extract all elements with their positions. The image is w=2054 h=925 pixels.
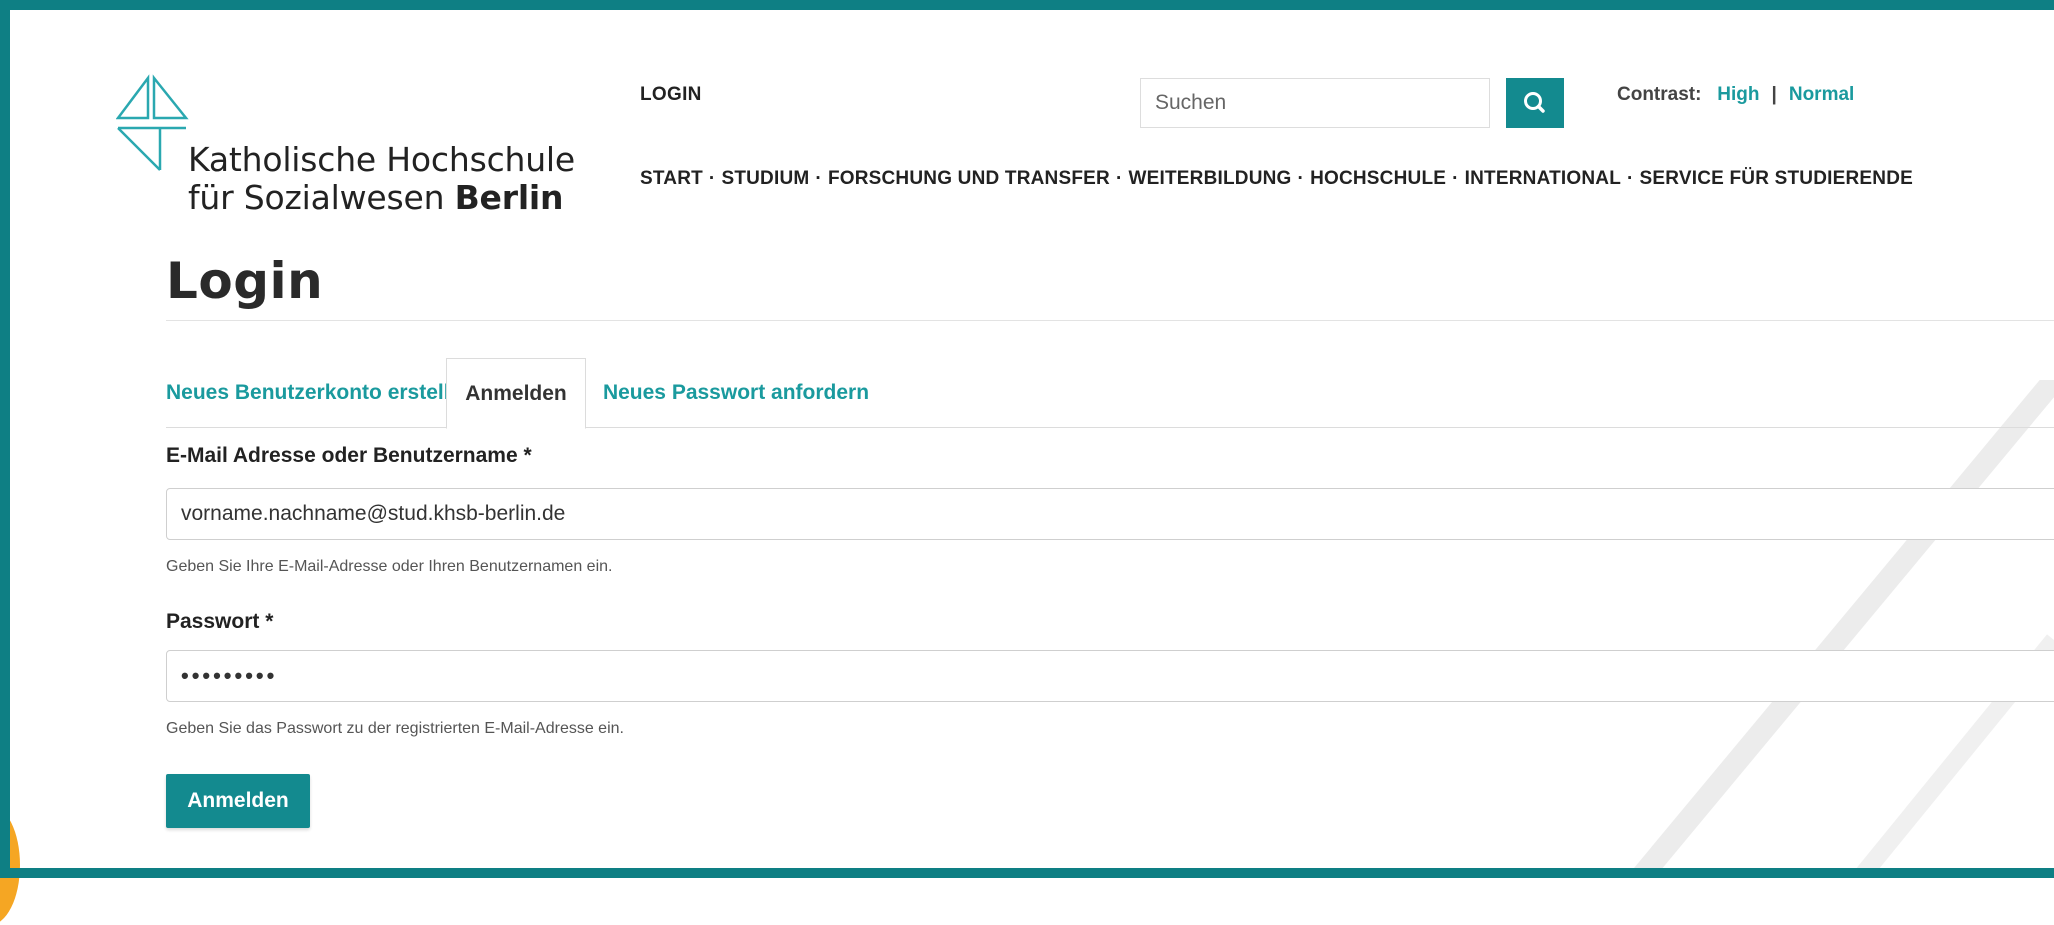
tab-register[interactable]: Neues Benutzerkonto erstellen (166, 358, 474, 428)
nav-separator: · (815, 168, 822, 189)
main-navigation: START · STUDIUM · FORSCHUNG UND TRANSFER · WEI… (640, 168, 1919, 190)
tab-login[interactable]: Anmelden (446, 358, 586, 429)
nav-item-start[interactable]: START (640, 168, 703, 189)
login-submit-button[interactable]: Anmelden (166, 774, 310, 828)
search-icon (1524, 92, 1545, 113)
logo-text-line2-bold: Berlin (454, 178, 564, 217)
username-label: E-Mail Adresse oder Benutzername * (166, 444, 532, 467)
search-input[interactable] (1140, 78, 1490, 128)
contrast-switcher: Contrast: High | Normal (1617, 84, 1854, 106)
contrast-separator: | (1771, 84, 1777, 105)
nav-separator: · (708, 168, 716, 189)
decorative-orange-shape (0, 805, 20, 925)
username-hint: Geben Sie Ihre E-Mail-Adresse oder Ihren… (166, 558, 613, 575)
nav-separator: · (1115, 168, 1123, 189)
logo-text-line2: für Sozialwesen Berlin (188, 178, 564, 217)
nav-item-service[interactable]: SERVICE FÜR STUDIERENDE (1640, 168, 1913, 189)
title-divider (166, 320, 2054, 321)
contrast-normal-link[interactable]: Normal (1789, 84, 1854, 105)
nav-separator: · (1452, 168, 1459, 189)
nav-item-studium[interactable]: STUDIUM (721, 168, 809, 189)
username-field[interactable]: vorname.nachname@stud.khsb-berlin.de (166, 488, 2054, 540)
nav-separator: · (1297, 168, 1305, 189)
password-hint: Geben Sie das Passwort zu der registrier… (166, 720, 624, 737)
university-logo[interactable]: Katholische Hochschule für Sozialwesen B… (116, 74, 575, 244)
background-logo-lines (1631, 380, 2054, 878)
logo-text-line1: Katholische Hochschule (188, 140, 576, 179)
login-link[interactable]: LOGIN (640, 84, 702, 106)
contrast-label: Contrast: (1617, 84, 1702, 105)
tab-password-reset[interactable]: Neues Passwort anfordern (586, 358, 886, 428)
login-tabs: Neues Benutzerkonto erstellen Anmelden N… (166, 358, 2054, 429)
logo-text-line2-prefix: für Sozialwesen (188, 178, 455, 217)
nav-item-hochschule[interactable]: HOCHSCHULE (1310, 168, 1446, 189)
password-label: Passwort * (166, 610, 274, 633)
nav-separator: · (1627, 168, 1634, 189)
page-title: Login (166, 252, 324, 310)
logo-mark-icon (116, 74, 189, 171)
search-button[interactable] (1506, 78, 1564, 128)
contrast-high-link[interactable]: High (1717, 84, 1759, 105)
password-field[interactable]: ••••••••• (166, 650, 2054, 702)
nav-item-forschung[interactable]: FORSCHUNG UND TRANSFER (828, 168, 1110, 189)
nav-item-weiterbildung[interactable]: WEITERBILDUNG (1128, 168, 1291, 189)
nav-item-international[interactable]: INTERNATIONAL (1465, 168, 1621, 189)
